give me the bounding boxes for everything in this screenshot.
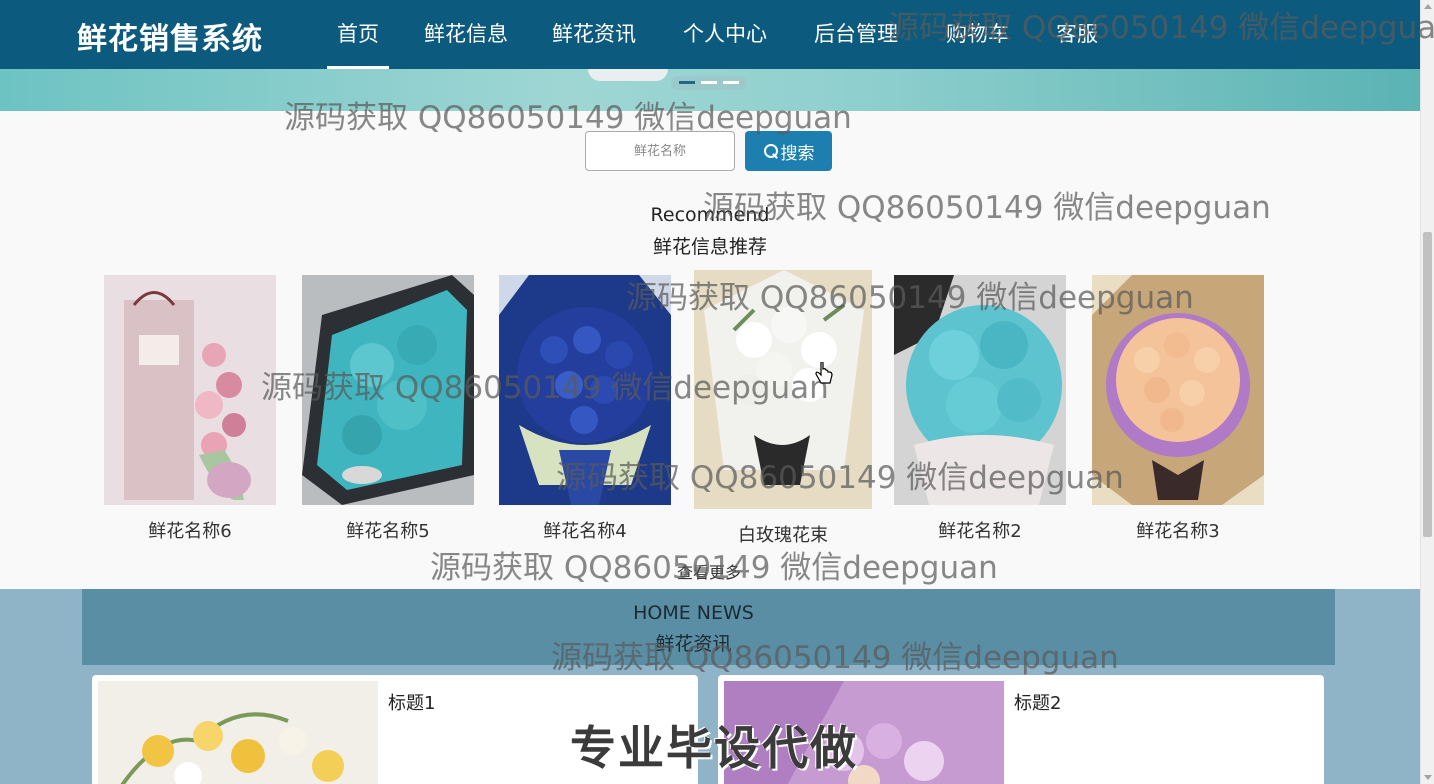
- news-title[interactable]: 标题2: [1014, 689, 1061, 715]
- hand-cursor-icon: [815, 362, 833, 384]
- news-title[interactable]: 标题1: [388, 689, 435, 715]
- news-title-cn: 鲜花资讯: [655, 633, 732, 655]
- recommend-title-en: Recommend: [650, 204, 770, 226]
- page-scrollbar[interactable]: [1420, 0, 1434, 784]
- carousel-dot-3[interactable]: [723, 81, 739, 84]
- search-button-label: 搜索: [780, 143, 815, 164]
- nav-item-admin[interactable]: 后台管理: [814, 18, 898, 69]
- watermark-banner: 专业毕设代做: [570, 721, 858, 775]
- view-more-link[interactable]: 查看更多: [677, 559, 741, 583]
- flower-image[interactable]: [694, 270, 872, 509]
- search-button[interactable]: 搜索: [745, 131, 832, 171]
- nav-item-customer-service[interactable]: 客服: [1056, 18, 1098, 69]
- flower-image[interactable]: [302, 275, 474, 505]
- brand-title[interactable]: 鲜花销售系统: [77, 14, 263, 58]
- flower-card[interactable]: 鲜花名称4: [499, 275, 671, 543]
- flower-image[interactable]: [894, 275, 1066, 505]
- nav-item-personal-center[interactable]: 个人中心: [683, 18, 767, 69]
- flower-card[interactable]: 鲜花名称5: [302, 275, 474, 543]
- flower-name[interactable]: 鲜花名称4: [499, 517, 671, 543]
- flower-name[interactable]: 白玫瑰花束: [694, 521, 872, 547]
- flower-name[interactable]: 鲜花名称2: [894, 517, 1066, 543]
- scroll-thumb[interactable]: [1423, 232, 1432, 537]
- nav-item-cart[interactable]: 购物车: [946, 18, 1009, 69]
- nav-item-home[interactable]: 首页: [327, 18, 389, 69]
- top-navbar: 鲜花销售系统 首页 鲜花信息 鲜花资讯 个人中心 后台管理 购物车 客服: [0, 0, 1420, 69]
- nav-item-flower-info[interactable]: 鲜花信息: [424, 18, 508, 69]
- flower-name[interactable]: 鲜花名称6: [104, 517, 276, 543]
- scroll-up-arrow-icon[interactable]: [1424, 4, 1432, 9]
- carousel-dot-1[interactable]: [679, 81, 695, 84]
- carousel-indicators: [671, 76, 747, 90]
- nav-item-flower-news[interactable]: 鲜花资讯: [552, 18, 636, 69]
- recommend-title-cn: 鲜花信息推荐: [652, 236, 767, 258]
- search-icon: [763, 143, 779, 159]
- flower-card[interactable]: 鲜花名称6: [104, 275, 276, 543]
- flower-image[interactable]: [104, 275, 276, 505]
- carousel-dot-2[interactable]: [701, 81, 717, 84]
- flower-card[interactable]: 白玫瑰花束: [694, 270, 872, 547]
- flower-name[interactable]: 鲜花名称5: [302, 517, 474, 543]
- search-input[interactable]: [585, 131, 735, 171]
- news-title-en: HOME NEWS: [633, 602, 754, 624]
- flower-name[interactable]: 鲜花名称3: [1092, 517, 1264, 543]
- flower-card[interactable]: 鲜花名称2: [894, 275, 1066, 543]
- news-thumbnail[interactable]: [98, 681, 378, 784]
- scroll-down-arrow-icon[interactable]: [1424, 775, 1432, 780]
- flower-card[interactable]: 鲜花名称3: [1092, 275, 1264, 543]
- flower-image[interactable]: [1092, 275, 1264, 505]
- banner-image-fragment: [588, 69, 668, 81]
- banner-carousel[interactable]: [0, 69, 1420, 111]
- flower-image[interactable]: [499, 275, 671, 505]
